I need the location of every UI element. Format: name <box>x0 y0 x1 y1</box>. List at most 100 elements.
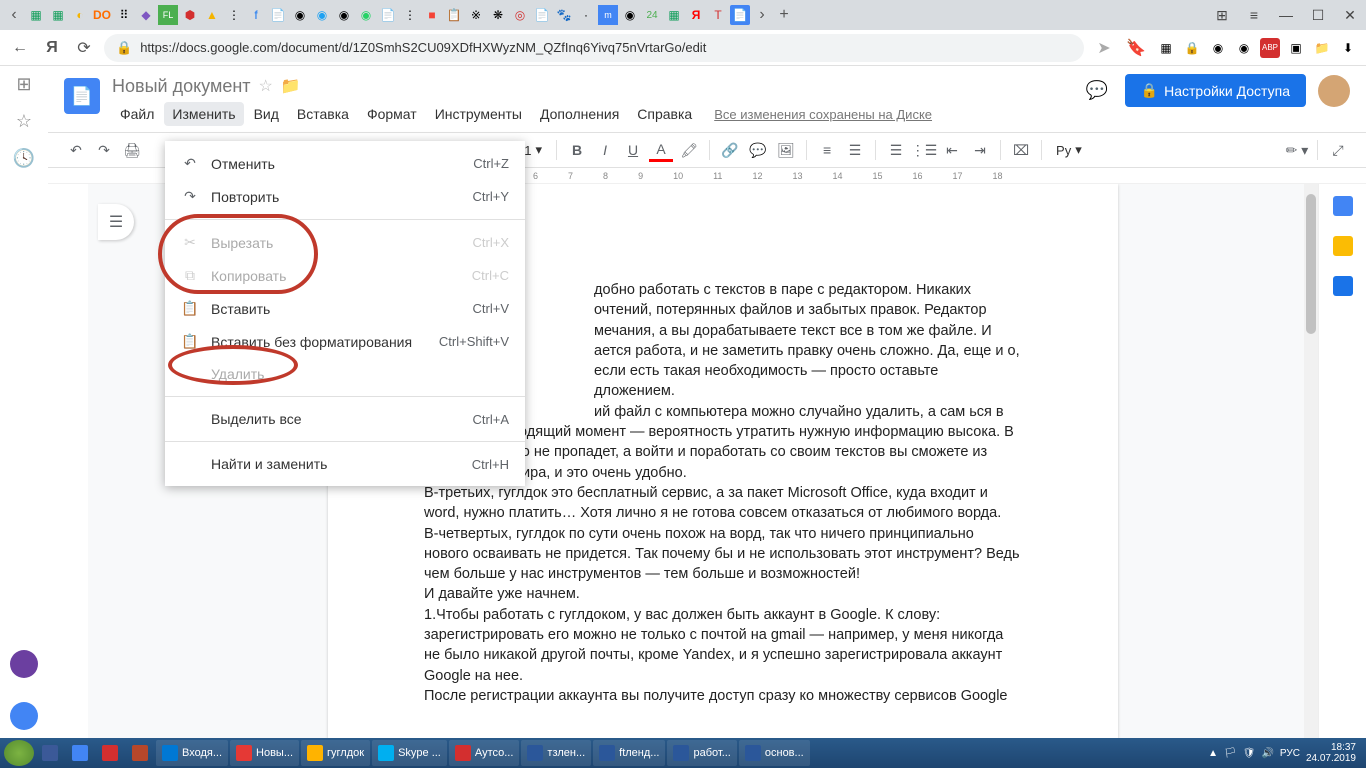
redo-icon[interactable]: ↷ <box>92 138 116 162</box>
taskbar-app[interactable]: гуглдок <box>301 740 370 766</box>
numbered-list-icon[interactable]: ☰ <box>884 138 908 162</box>
taskbar-app[interactable]: Skype ... <box>372 740 447 766</box>
tab-icon[interactable]: ⬢ <box>180 5 200 25</box>
align-icon[interactable]: ≡ <box>815 138 839 162</box>
folder-icon[interactable]: 📁 <box>281 76 301 96</box>
taskbar-app[interactable]: Входя... <box>156 740 228 766</box>
tabs-scroll-right-icon[interactable]: › <box>752 5 772 25</box>
tray-icon[interactable]: ▲ <box>1208 748 1218 759</box>
close-icon[interactable]: ✕ <box>1338 7 1362 24</box>
calendar-icon[interactable] <box>1333 196 1353 216</box>
tab-icon[interactable]: 📄 <box>268 5 288 25</box>
url-input[interactable]: 🔒 https://docs.google.com/document/d/1Z0… <box>104 34 1084 62</box>
apps-icon[interactable]: ⊞ <box>16 74 31 95</box>
menu-delete[interactable]: Удалить <box>165 358 525 390</box>
tab-icon[interactable]: ◉ <box>312 5 332 25</box>
input-tools[interactable]: Py ▾ <box>1050 142 1088 158</box>
document-title[interactable]: Новый документ <box>112 76 251 97</box>
tray-icon[interactable]: 🔊 <box>1261 748 1273 759</box>
user-avatar[interactable] <box>1318 75 1350 107</box>
tray-language[interactable]: РУС <box>1280 748 1300 759</box>
taskbar-pinned[interactable] <box>66 740 94 766</box>
tab-icon[interactable]: ▦ <box>26 5 46 25</box>
tray-icon[interactable]: 🏳 <box>1224 748 1237 759</box>
tab-icon[interactable]: m <box>598 5 618 25</box>
taskbar-app[interactable]: Аутсо... <box>449 740 520 766</box>
ext-icon[interactable]: ABP <box>1260 38 1280 58</box>
ext-icon[interactable]: ▦ <box>1156 38 1176 58</box>
alice-icon[interactable] <box>10 650 38 678</box>
panel-icon[interactable]: ⊞ <box>1210 7 1234 24</box>
clear-format-icon[interactable]: ⌧ <box>1009 138 1033 162</box>
italic-icon[interactable]: I <box>593 138 617 162</box>
keep-icon[interactable] <box>1333 236 1353 256</box>
ext-icon[interactable]: ◉ <box>1208 38 1228 58</box>
ext-icon[interactable]: ▣ <box>1286 38 1306 58</box>
menu-view[interactable]: Вид <box>246 102 287 126</box>
tab-icon[interactable]: ⠿ <box>114 5 134 25</box>
tab-icon[interactable]: 🐾 <box>554 5 574 25</box>
menu-format[interactable]: Формат <box>359 102 425 126</box>
bulleted-list-icon[interactable]: ⋮☰ <box>912 138 936 162</box>
bold-icon[interactable]: B <box>565 138 589 162</box>
tabs-scroll-left-icon[interactable]: ‹ <box>4 5 24 25</box>
reload-icon[interactable]: ⟳ <box>72 36 96 60</box>
ext-icon[interactable]: 📁 <box>1312 38 1332 58</box>
tray-clock[interactable]: 18:37 24.07.2019 <box>1306 742 1356 764</box>
tab-icon[interactable]: 📄 <box>378 5 398 25</box>
menu-undo[interactable]: ↶ Отменить Ctrl+Z <box>165 147 525 180</box>
tab-icon[interactable]: f <box>246 5 266 25</box>
favorites-icon[interactable]: ☆ <box>16 111 32 132</box>
print-icon[interactable]: 🖨 <box>120 138 144 162</box>
menu-select-all[interactable]: Выделить все Ctrl+A <box>165 403 525 435</box>
tab-icon[interactable]: ⋮ <box>400 5 420 25</box>
save-status[interactable]: Все изменения сохранены на Диске <box>714 107 932 122</box>
new-tab-icon[interactable]: + <box>774 5 794 25</box>
comments-icon[interactable]: 💬 <box>1081 75 1113 107</box>
minimize-icon[interactable]: — <box>1274 7 1298 24</box>
menu-cut[interactable]: ✂ Вырезать Ctrl+X <box>165 226 525 259</box>
share-button[interactable]: 🔒 Настройки Доступа <box>1125 74 1306 107</box>
tray-icon[interactable]: 🛡 <box>1243 748 1256 759</box>
tab-icon[interactable]: DO <box>92 5 112 25</box>
ext-icon[interactable]: 🔒 <box>1182 38 1202 58</box>
history-icon[interactable]: 🕓 <box>13 148 35 169</box>
highlight-icon[interactable]: 🖍 <box>677 138 701 162</box>
tab-icon[interactable]: 📋 <box>444 5 464 25</box>
tab-icon[interactable]: · <box>576 5 596 25</box>
tab-icon[interactable]: ▦ <box>664 5 684 25</box>
undo-icon[interactable]: ↶ <box>64 138 88 162</box>
docs-logo-icon[interactable]: 📄 <box>64 78 100 114</box>
tab-icon[interactable]: ◉ <box>334 5 354 25</box>
ext-icon[interactable]: ◉ <box>1234 38 1254 58</box>
menu-paste-plain[interactable]: 📋 Вставить без форматирования Ctrl+Shift… <box>165 325 525 358</box>
link-icon[interactable]: 🔗 <box>718 138 742 162</box>
tab-icon[interactable]: ⋮ <box>224 5 244 25</box>
tab-icon[interactable]: ◎ <box>510 5 530 25</box>
line-spacing-icon[interactable]: ☰ <box>843 138 867 162</box>
tab-icon[interactable]: ▦ <box>48 5 68 25</box>
menu-find-replace[interactable]: Найти и заменить Ctrl+H <box>165 448 525 480</box>
taskbar-pinned[interactable] <box>126 740 154 766</box>
tab-icon[interactable]: ■ <box>422 5 442 25</box>
taskbar-app[interactable]: работ... <box>667 740 736 766</box>
tab-icon[interactable]: Я <box>686 5 706 25</box>
tab-icon[interactable]: FL <box>158 5 178 25</box>
start-button[interactable] <box>4 740 34 766</box>
tab-icon[interactable]: ▲ <box>202 5 222 25</box>
taskbar-pinned[interactable] <box>36 740 64 766</box>
yandex-icon[interactable]: Я <box>40 36 64 60</box>
menu-icon[interactable]: ≡ <box>1242 7 1266 24</box>
text-color-icon[interactable]: A <box>649 138 673 162</box>
underline-icon[interactable]: U <box>621 138 645 162</box>
tab-icon[interactable]: ◐ <box>70 5 90 25</box>
maximize-icon[interactable]: ☐ <box>1306 7 1330 24</box>
tab-icon[interactable]: 24 <box>642 5 662 25</box>
menu-addons[interactable]: Дополнения <box>532 102 627 126</box>
tab-icon[interactable]: ◉ <box>620 5 640 25</box>
image-icon[interactable]: 🖼 <box>774 138 798 162</box>
tab-icon[interactable]: ◆ <box>136 5 156 25</box>
back-icon[interactable]: ← <box>8 36 32 60</box>
send-icon[interactable]: ➤ <box>1092 36 1116 60</box>
taskbar-app[interactable]: Новы... <box>230 740 299 766</box>
